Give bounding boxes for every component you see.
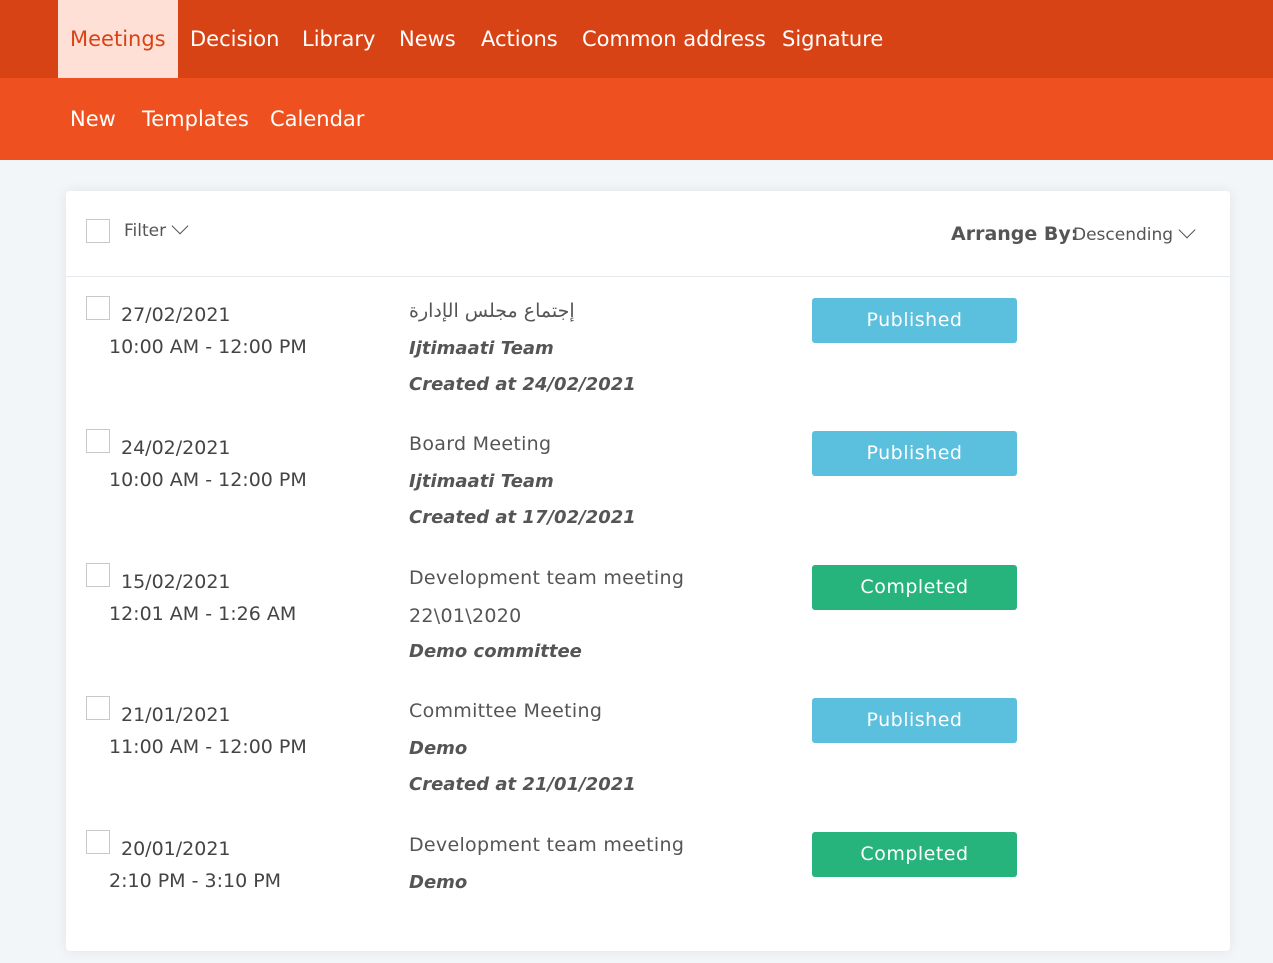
status-badge-published: Published — [812, 298, 1017, 343]
status-badge-completed: Completed — [812, 565, 1017, 610]
row-checkbox[interactable] — [86, 429, 110, 453]
meetings-list-card: Filter Arrange By: Descending 27/02/2021… — [66, 191, 1230, 951]
meeting-title[interactable]: Committee Meeting — [409, 700, 602, 722]
arrange-by-label: Arrange By: — [951, 223, 1079, 245]
row-checkbox[interactable] — [86, 696, 110, 720]
meeting-date: 15/02/2021 — [121, 571, 231, 593]
meeting-title[interactable]: Board Meeting — [409, 433, 551, 455]
top-navigation: Meetings Decision Library News Actions C… — [0, 0, 1273, 78]
meeting-title[interactable]: Development team meeting — [409, 834, 684, 856]
meeting-created-at: Created at 21/01/2021 — [409, 774, 636, 795]
meeting-row[interactable]: 20/01/2021 2:10 PM - 3:10 PM Development… — [66, 830, 1230, 963]
meeting-subtitle: 22\01\2020 — [409, 605, 522, 627]
meeting-committee: Demo — [409, 872, 468, 893]
filter-dropdown[interactable]: Filter — [124, 217, 189, 241]
meeting-committee: Demo committee — [409, 641, 582, 662]
nav-item-meetings[interactable]: Meetings — [58, 0, 178, 78]
row-checkbox[interactable] — [86, 830, 110, 854]
meeting-date: 21/01/2021 — [121, 704, 231, 726]
nav-item-library[interactable]: Library — [302, 0, 375, 78]
row-checkbox[interactable] — [86, 296, 110, 320]
subnav-item-calendar[interactable]: Calendar — [270, 78, 364, 160]
nav-item-actions[interactable]: Actions — [481, 0, 558, 78]
meeting-created-at: Created at 17/02/2021 — [409, 507, 636, 528]
meeting-row[interactable]: 21/01/2021 11:00 AM - 12:00 PM Committee… — [66, 696, 1230, 829]
nav-item-common-address[interactable]: Common address — [582, 0, 766, 78]
sub-navigation: New Templates Calendar — [0, 78, 1273, 160]
arrange-by-dropdown[interactable]: Descending — [1073, 221, 1196, 245]
meeting-committee: Ijtimaati Team — [409, 471, 554, 492]
meeting-date: 27/02/2021 — [121, 304, 231, 326]
status-badge-published: Published — [812, 431, 1017, 476]
subnav-item-templates[interactable]: Templates — [142, 78, 249, 160]
nav-item-signature[interactable]: Signature — [782, 0, 883, 78]
row-checkbox[interactable] — [86, 563, 110, 587]
status-badge-published: Published — [812, 698, 1017, 743]
arrange-by-value: Descending — [1073, 225, 1174, 245]
meeting-row[interactable]: 15/02/2021 12:01 AM - 1:26 AM Developmen… — [66, 563, 1230, 696]
status-badge-completed: Completed — [812, 832, 1017, 877]
meeting-title[interactable]: إجتماع مجلس الإدارة — [409, 300, 575, 322]
chevron-down-icon — [171, 217, 189, 235]
subnav-item-new[interactable]: New — [70, 78, 116, 160]
meeting-row[interactable]: 24/02/2021 10:00 AM - 12:00 PM Board Mee… — [66, 429, 1230, 562]
meeting-time: 12:01 AM - 1:26 AM — [109, 603, 297, 625]
meeting-created-at: Created at 24/02/2021 — [409, 374, 636, 395]
meeting-committee: Demo — [409, 738, 468, 759]
nav-item-news[interactable]: News — [399, 0, 456, 78]
meeting-title[interactable]: Development team meeting — [409, 567, 684, 589]
list-toolbar: Filter Arrange By: Descending — [66, 191, 1230, 277]
filter-label: Filter — [124, 221, 167, 241]
meeting-date: 24/02/2021 — [121, 437, 231, 459]
chevron-down-icon — [1178, 221, 1196, 239]
meeting-time: 10:00 AM - 12:00 PM — [109, 469, 307, 491]
meeting-time: 10:00 AM - 12:00 PM — [109, 336, 307, 358]
meeting-committee: Ijtimaati Team — [409, 338, 554, 359]
meeting-date: 20/01/2021 — [121, 838, 231, 860]
nav-item-decision[interactable]: Decision — [190, 0, 279, 78]
meeting-row[interactable]: 27/02/2021 10:00 AM - 12:00 PM إجتماع مج… — [66, 296, 1230, 429]
select-all-checkbox[interactable] — [86, 219, 110, 243]
meeting-time: 11:00 AM - 12:00 PM — [109, 736, 307, 758]
meeting-time: 2:10 PM - 3:10 PM — [109, 870, 282, 892]
